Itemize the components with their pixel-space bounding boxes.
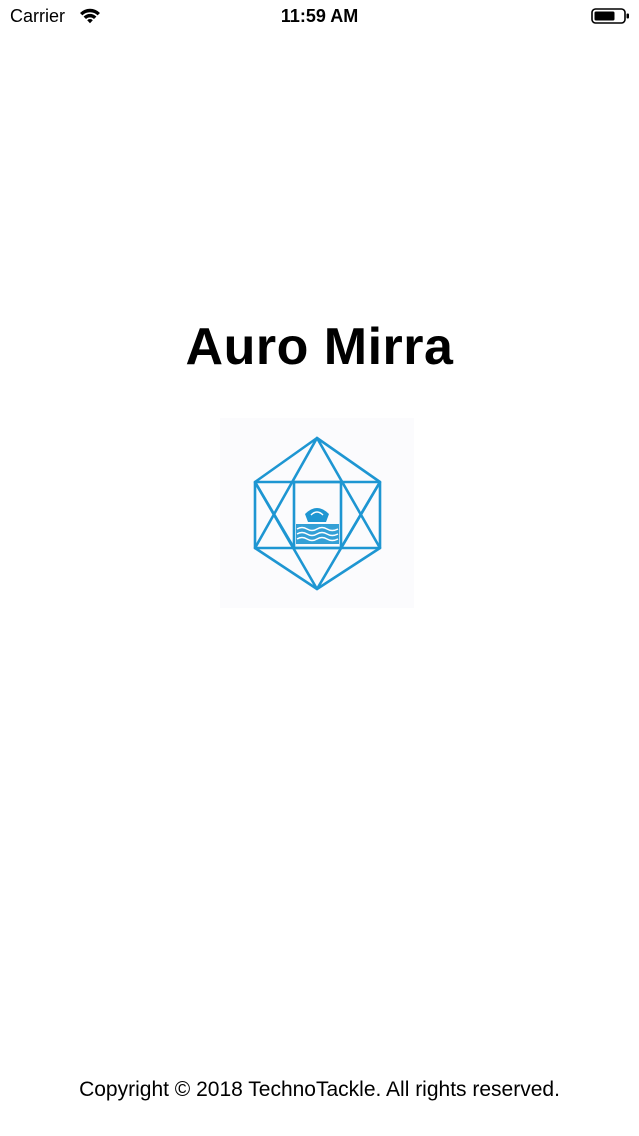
status-time: 11:59 AM [280, 6, 359, 26]
app-title: Auro Mirra [185, 318, 454, 376]
status-bar: Carrier 11:59 AM [0, 0, 639, 34]
copyright-text: Copyright © 2018 TechnoTackle. All right… [79, 1078, 560, 1101]
battery-icon [591, 8, 629, 24]
hexagon-logo-icon [220, 418, 414, 608]
